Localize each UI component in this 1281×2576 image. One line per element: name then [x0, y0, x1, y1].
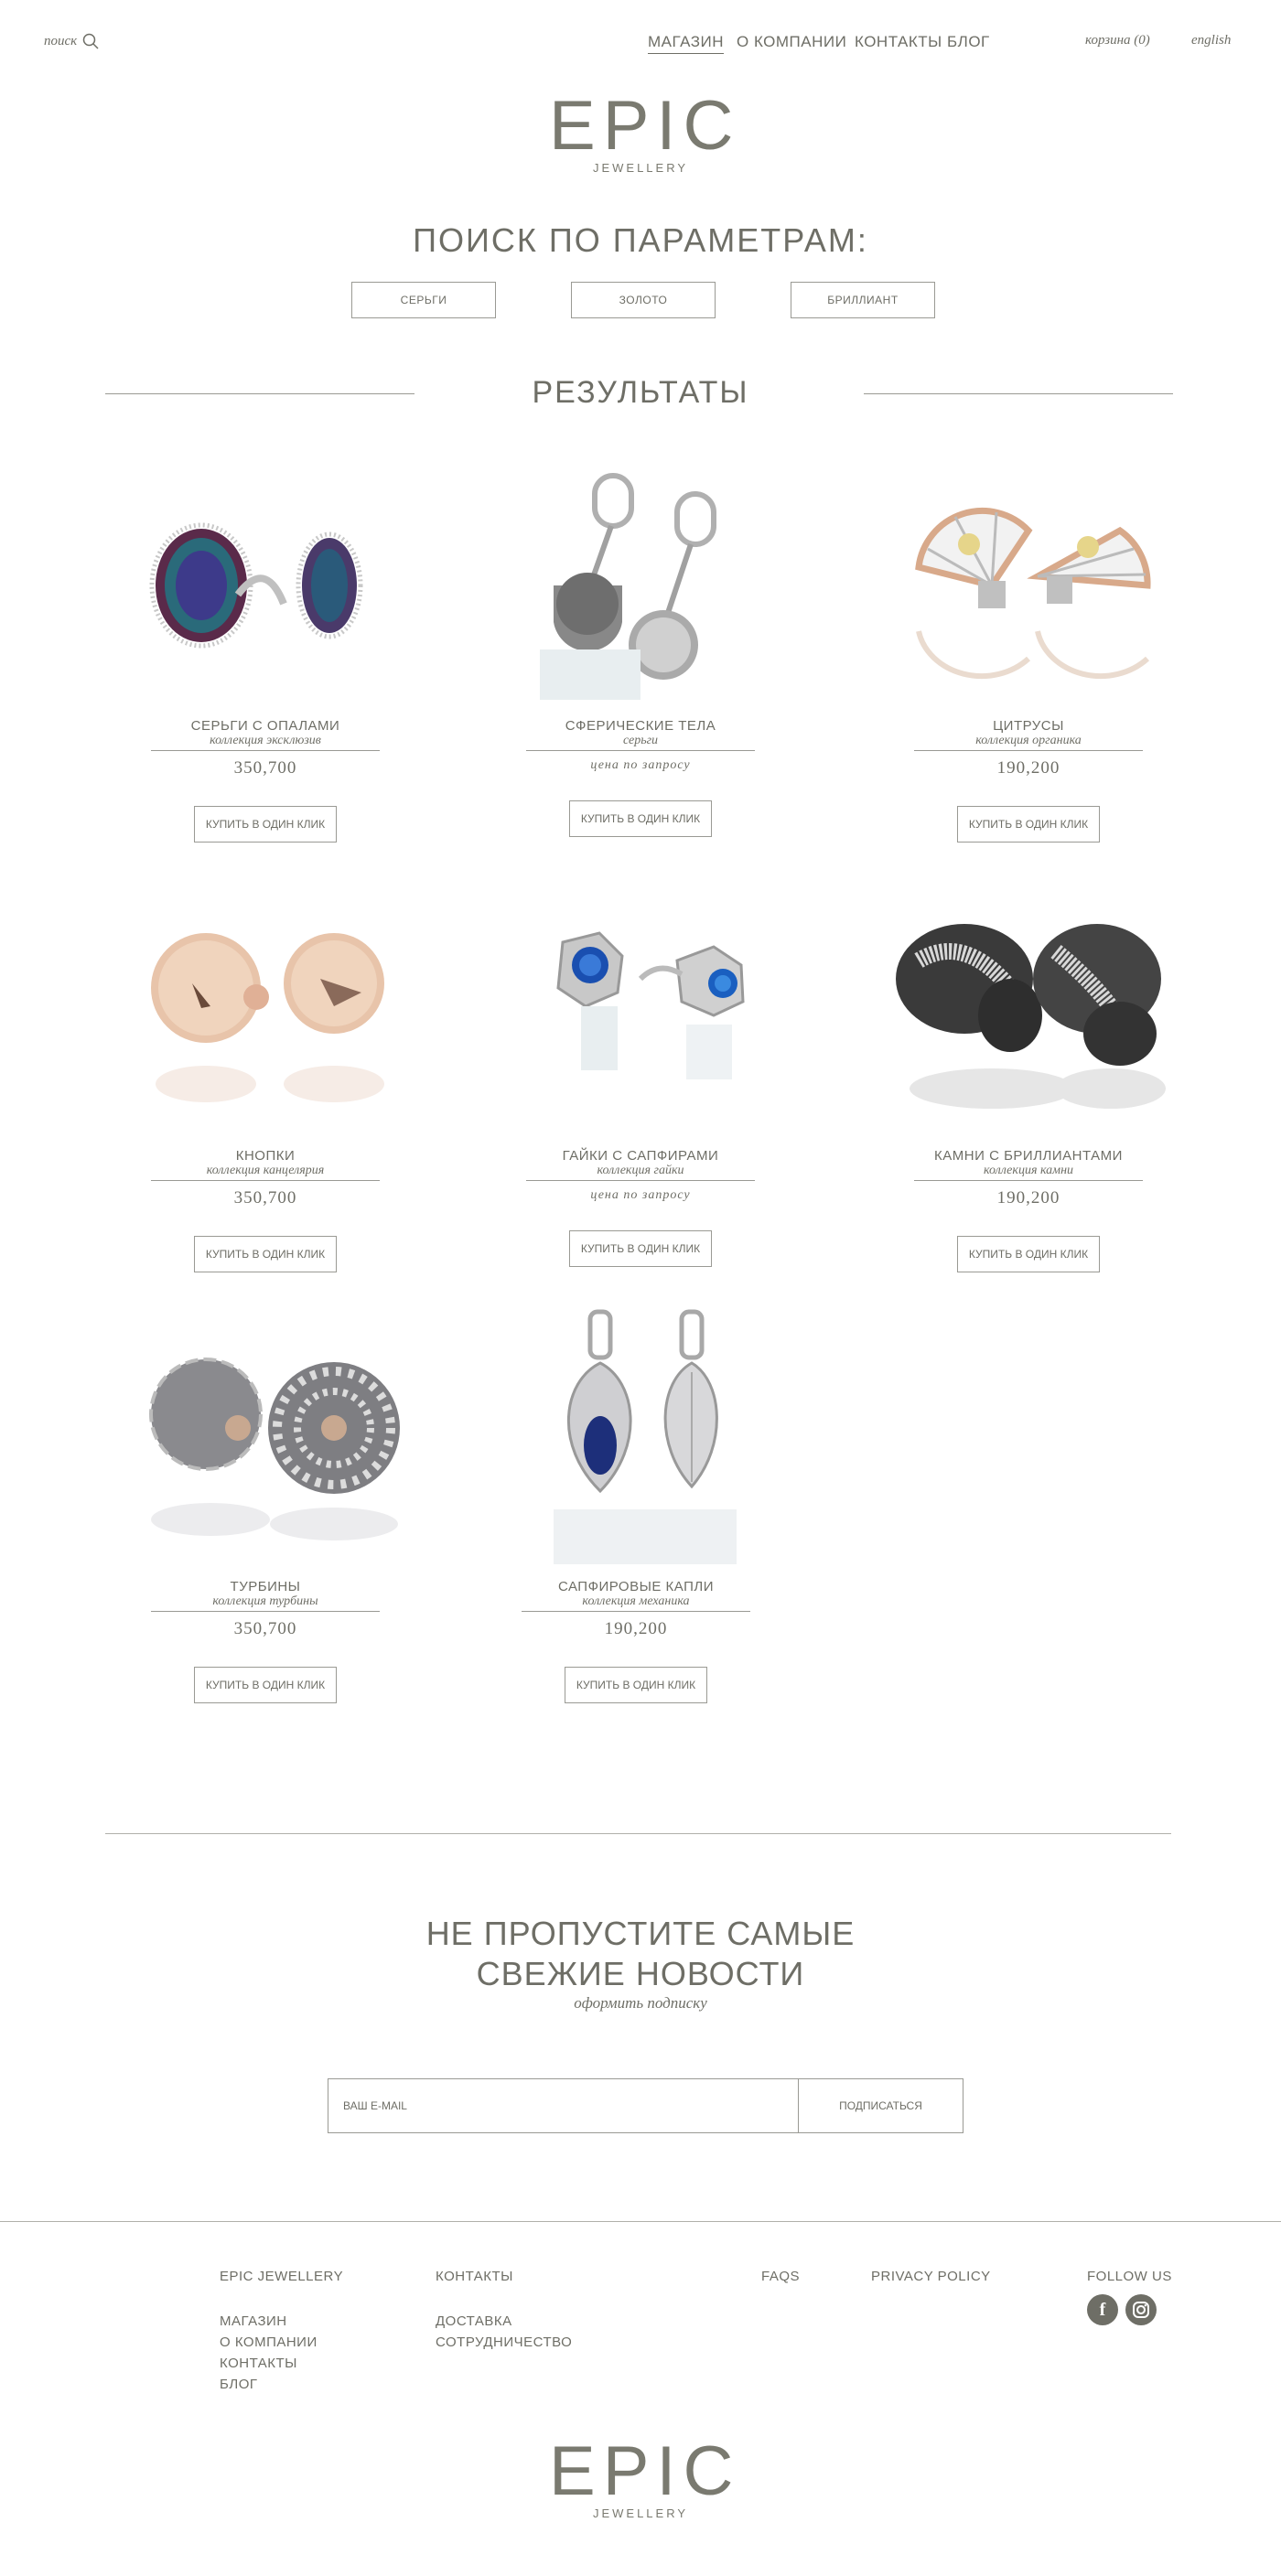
footer-contacts-heading[interactable]: КОНТАКТЫ [436, 2269, 513, 2284]
buy-one-click-button[interactable]: КУПИТЬ В ОДИН КЛИК [194, 1236, 337, 1272]
footer-link-shop[interactable]: МАГАЗИН [220, 2311, 318, 2332]
instagram-icon[interactable] [1125, 2294, 1157, 2325]
filter-earrings[interactable]: СЕРЬГИ [351, 282, 496, 318]
product-image-turbines[interactable] [101, 1323, 430, 1570]
footer-faqs-link[interactable]: FAQS [761, 2269, 800, 2284]
footer-logo-word: EPIC [549, 2432, 741, 2510]
product-card[interactable]: ГАЙКИ С САПФИРАМИ коллекция гайки цена п… [476, 892, 805, 1267]
product-collection: коллекция турбины [151, 1594, 380, 1612]
buy-one-click-button[interactable]: КУПИТЬ В ОДИН КЛИК [957, 1236, 1100, 1272]
product-price: 190,200 [996, 758, 1060, 778]
product-image-buttons[interactable] [101, 892, 430, 1139]
product-card[interactable]: САПФИРОВЫЕ КАПЛИ коллекция механика 190,… [471, 1308, 801, 1703]
section-divider [105, 1833, 1171, 1834]
product-collection: коллекция гайки [526, 1164, 755, 1181]
footer-follow-heading: FOLLOW US [1087, 2269, 1172, 2284]
newsletter-heading-line2: СВЕЖИЕ НОВОСТИ [476, 1955, 805, 1992]
buy-one-click-button[interactable]: КУПИТЬ В ОДИН КЛИК [565, 1667, 707, 1703]
subscribe-button[interactable]: ПОДПИСАТЬСЯ [798, 2079, 963, 2132]
buy-one-click-button[interactable]: КУПИТЬ В ОДИН КЛИК [569, 1230, 712, 1267]
logo-word: EPIC [549, 87, 741, 165]
product-title[interactable]: КНОПКИ [101, 1148, 430, 1164]
search-link[interactable]: поиск [44, 33, 99, 49]
product-image-diamond-stones[interactable] [864, 892, 1193, 1139]
newsletter-heading-line1: НЕ ПРОПУСТИТЕ САМЫЕ [425, 1915, 856, 1952]
product-price: 190,200 [996, 1188, 1060, 1208]
footer-privacy-link[interactable]: PRIVACY POLICY [871, 2269, 991, 2284]
nav-blog[interactable]: БЛОГ [947, 33, 990, 51]
product-title[interactable]: ТУРБИНЫ [101, 1579, 430, 1594]
cart-link[interactable]: корзина (0) [1085, 33, 1150, 48]
buy-one-click-button[interactable]: КУПИТЬ В ОДИН КЛИК [194, 806, 337, 843]
product-collection: серьги [526, 734, 755, 751]
logo[interactable]: EPIC JEWELLERY [549, 87, 741, 176]
nav-about[interactable]: О КОМПАНИИ [737, 33, 846, 51]
product-price: цена по запросу [590, 1188, 691, 1202]
product-price: 350,700 [233, 1619, 297, 1638]
product-collection: коллекция эксклюзив [151, 734, 380, 751]
product-image-citrus[interactable] [864, 462, 1193, 709]
product-price: цена по запросу [590, 758, 691, 772]
product-card[interactable]: КАМНИ С БРИЛЛИАНТАМИ коллекция камни 190… [864, 892, 1193, 1272]
product-title[interactable]: ЦИТРУСЫ [864, 718, 1193, 734]
product-card[interactable]: СЕРЬГИ С ОПАЛАМИ коллекция эксклюзив 350… [101, 462, 430, 843]
buy-one-click-button[interactable]: КУПИТЬ В ОДИН КЛИК [569, 800, 712, 837]
facebook-icon[interactable]: f [1087, 2294, 1118, 2325]
filter-gold[interactable]: ЗОЛОТО [571, 282, 716, 318]
filter-diamond[interactable]: БРИЛЛИАНТ [791, 282, 935, 318]
email-input[interactable] [328, 2079, 798, 2132]
footer-brand-heading: EPIC JEWELLERY [220, 2269, 344, 2284]
footer-logo[interactable]: EPIC JEWELLERY [549, 2432, 741, 2521]
search-label: поиск [44, 33, 78, 48]
newsletter-form: ПОДПИСАТЬСЯ [328, 2078, 963, 2133]
footer-link-contacts[interactable]: КОНТАКТЫ [220, 2353, 318, 2374]
product-title[interactable]: САПФИРОВЫЕ КАПЛИ [471, 1579, 801, 1594]
product-image-sapphire-drops[interactable] [471, 1308, 801, 1570]
product-image-spherical-bodies[interactable] [476, 462, 805, 709]
search-icon [82, 33, 99, 49]
nav-shop[interactable]: МАГАЗИН [648, 33, 724, 54]
product-price: 190,200 [604, 1619, 668, 1638]
product-title[interactable]: ГАЙКИ С САПФИРАМИ [476, 1148, 805, 1164]
product-collection: коллекция канцелярия [151, 1164, 380, 1181]
product-card[interactable]: ЦИТРУСЫ коллекция органика 190,200 КУПИТ… [864, 462, 1193, 843]
results-divider-right [864, 393, 1173, 394]
product-title[interactable]: СФЕРИЧЕСКИЕ ТЕЛА [476, 718, 805, 734]
product-title[interactable]: СЕРЬГИ С ОПАЛАМИ [101, 718, 430, 734]
language-switch[interactable]: english [1191, 33, 1231, 48]
product-card[interactable]: КНОПКИ коллекция канцелярия 350,700 КУПИ… [101, 892, 430, 1272]
product-price: 350,700 [233, 1188, 297, 1208]
search-params-heading: ПОИСК ПО ПАРАМЕТРАМ: [413, 221, 868, 259]
product-image-sapphire-nuts[interactable] [476, 892, 805, 1139]
subscribe-link[interactable]: оформить подписку [0, 1994, 1281, 2012]
footer-link-about[interactable]: О КОМПАНИИ [220, 2332, 318, 2353]
buy-one-click-button[interactable]: КУПИТЬ В ОДИН КЛИК [957, 806, 1100, 843]
product-image-opal-earrings[interactable] [101, 462, 430, 709]
product-title[interactable]: КАМНИ С БРИЛЛИАНТАМИ [864, 1148, 1193, 1164]
product-collection: коллекция камни [914, 1164, 1143, 1181]
footer-link-cooperation[interactable]: СОТРУДНИЧЕСТВО [436, 2332, 572, 2353]
product-price: 350,700 [233, 758, 297, 778]
footer-link-delivery[interactable]: ДОСТАВКА [436, 2311, 572, 2332]
product-collection: коллекция органика [914, 734, 1143, 751]
footer-divider [0, 2221, 1281, 2222]
footer-col1-links: МАГАЗИН О КОМПАНИИ КОНТАКТЫ БЛОГ [220, 2311, 318, 2395]
buy-one-click-button[interactable]: КУПИТЬ В ОДИН КЛИК [194, 1667, 337, 1703]
product-card[interactable]: СФЕРИЧЕСКИЕ ТЕЛА серьги цена по запросу … [476, 462, 805, 837]
product-collection: коллекция механика [522, 1594, 750, 1612]
footer-link-blog[interactable]: БЛОГ [220, 2374, 318, 2395]
social-links: f [1087, 2294, 1157, 2325]
footer-col2-links: ДОСТАВКА СОТРУДНИЧЕСТВО [436, 2311, 572, 2353]
product-card[interactable]: ТУРБИНЫ коллекция турбины 350,700 КУПИТЬ… [101, 1323, 430, 1703]
nav-contacts[interactable]: КОНТАКТЫ [855, 33, 942, 51]
